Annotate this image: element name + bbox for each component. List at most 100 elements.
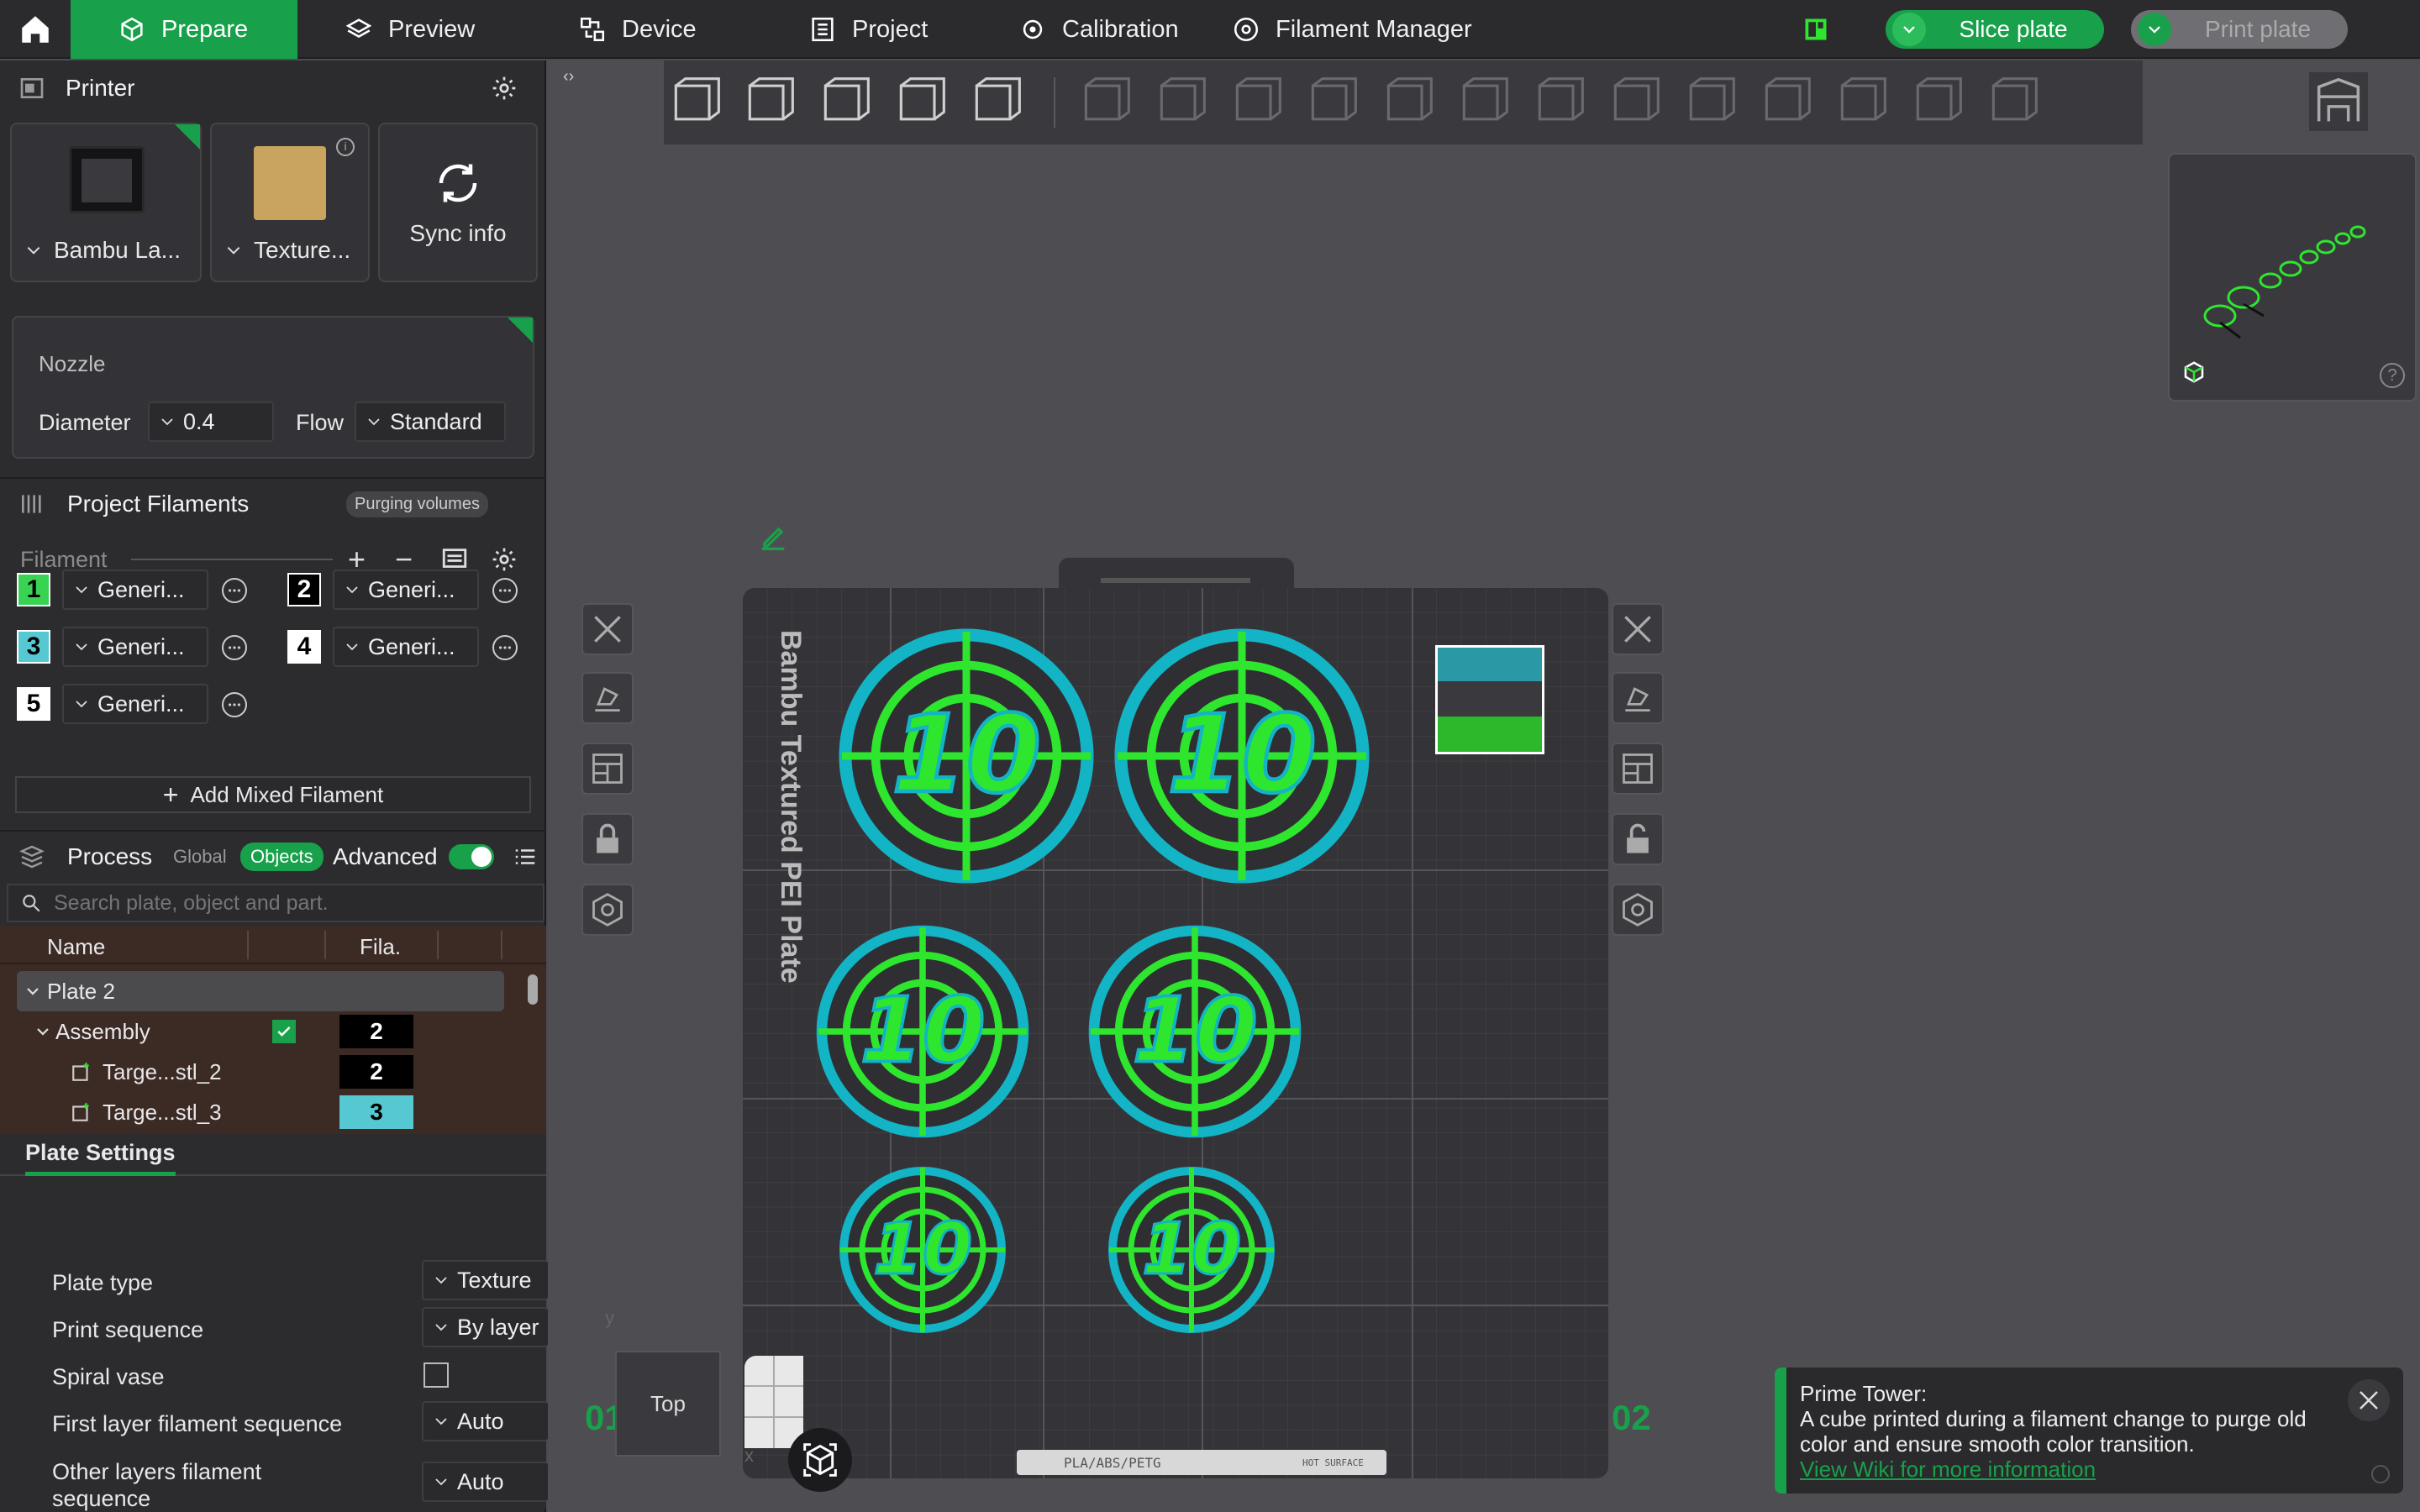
tree-row-assembly[interactable]: Assembly 2 bbox=[0, 1011, 521, 1052]
target-object[interactable]: 10 bbox=[830, 1158, 1015, 1342]
tree-scrollbar[interactable] bbox=[528, 974, 538, 1005]
flow-select[interactable]: Standard bbox=[355, 402, 506, 442]
info-icon[interactable]: i bbox=[336, 138, 355, 156]
tab-filament-manager[interactable]: Filament Manager bbox=[1232, 0, 1472, 59]
filament-more-icon[interactable] bbox=[222, 635, 247, 660]
filament-number-4[interactable]: 4 bbox=[287, 630, 321, 664]
grid-icon[interactable] bbox=[744, 1356, 803, 1448]
svg-icon[interactable] bbox=[1907, 74, 1966, 131]
gear-icon[interactable] bbox=[491, 75, 518, 102]
fila-badge[interactable]: 2 bbox=[339, 1015, 413, 1048]
build-plate[interactable]: Bambu Textured PEI Plate PLA/ABS/PETG HO… bbox=[743, 588, 1608, 1478]
other-layers-sequence-select[interactable]: Auto bbox=[422, 1462, 548, 1502]
filament-number-1[interactable]: 1 bbox=[17, 573, 50, 606]
printer-select-card[interactable]: Bambu La... bbox=[10, 123, 202, 282]
plate-settings-tab[interactable]: Plate Settings bbox=[25, 1134, 176, 1176]
preview-minimap[interactable]: ? bbox=[2168, 153, 2417, 402]
toast-link[interactable]: View Wiki for more information bbox=[1800, 1457, 2338, 1482]
split-layers-icon[interactable] bbox=[966, 74, 1025, 131]
text-icon[interactable] bbox=[1756, 74, 1815, 131]
auto-orient-button[interactable] bbox=[581, 672, 634, 724]
delete-plate-button[interactable] bbox=[581, 603, 634, 655]
filament-more-icon[interactable] bbox=[492, 635, 518, 660]
filament-more-icon[interactable] bbox=[222, 692, 247, 717]
check-icon[interactable] bbox=[272, 1020, 296, 1043]
tab-prepare[interactable]: Prepare bbox=[71, 0, 297, 59]
filament-select-4[interactable]: Generi... bbox=[333, 627, 479, 667]
assembly-view-button[interactable] bbox=[2309, 72, 2368, 131]
search-input[interactable] bbox=[54, 890, 543, 916]
target-object[interactable]: 10 bbox=[808, 917, 1037, 1146]
tab-preview[interactable]: Preview bbox=[345, 0, 475, 59]
diameter-select[interactable]: 0.4 bbox=[148, 402, 274, 442]
advanced-switch[interactable] bbox=[449, 844, 494, 869]
collapse-toast-icon[interactable] bbox=[2371, 1465, 2390, 1483]
measure-icon[interactable] bbox=[1832, 74, 1891, 131]
layout-icon[interactable] bbox=[1803, 17, 1828, 42]
cut-icon[interactable] bbox=[1378, 74, 1437, 131]
target-object[interactable]: 10 bbox=[1107, 622, 1376, 890]
spiral-vase-checkbox[interactable] bbox=[424, 1362, 449, 1388]
add-object-icon[interactable] bbox=[666, 74, 724, 131]
plate-select-card[interactable]: i Texture... bbox=[210, 123, 370, 282]
sync-info-button[interactable]: Sync info bbox=[378, 123, 538, 282]
prime-tower[interactable] bbox=[1435, 645, 1544, 754]
slice-plate-button[interactable]: Slice plate bbox=[1886, 10, 2104, 49]
objects-toggle[interactable]: Objects bbox=[240, 843, 324, 871]
tree-row-part[interactable]: Targe...stl_3 3 bbox=[0, 1092, 521, 1132]
tree-row-plate[interactable]: Plate 2 bbox=[17, 971, 504, 1011]
seam-paint-icon[interactable] bbox=[1605, 74, 1664, 131]
boolean-icon[interactable] bbox=[1454, 74, 1512, 131]
filament-select-2[interactable]: Generi... bbox=[333, 570, 479, 610]
auto-orient-icon[interactable] bbox=[815, 74, 874, 131]
fit-icon[interactable] bbox=[1983, 74, 2042, 131]
scale-icon[interactable] bbox=[1227, 74, 1286, 131]
lay-on-face-icon[interactable] bbox=[1302, 74, 1361, 131]
fila-badge[interactable]: 3 bbox=[339, 1095, 413, 1129]
plate-settings-button[interactable] bbox=[1612, 884, 1664, 936]
print-sequence-select[interactable]: By layer bbox=[422, 1307, 548, 1347]
global-toggle[interactable]: Global bbox=[173, 846, 227, 868]
support-paint-icon[interactable] bbox=[1529, 74, 1588, 131]
tab-device[interactable]: Device bbox=[578, 0, 697, 59]
plate-type-select[interactable]: Texture bbox=[422, 1260, 548, 1300]
chevron-down-icon[interactable] bbox=[1892, 13, 1926, 46]
fila-badge[interactable]: 2 bbox=[339, 1055, 413, 1089]
filament-select-1[interactable]: Generi... bbox=[62, 570, 208, 610]
cube-icon[interactable] bbox=[2181, 360, 2207, 385]
delete-plate-button[interactable] bbox=[1612, 603, 1664, 655]
help-icon[interactable]: ? bbox=[2380, 363, 2405, 388]
chevron-down-icon[interactable] bbox=[2138, 13, 2171, 46]
gear-icon[interactable] bbox=[491, 546, 518, 573]
collapse-sidebar-icon[interactable]: ‹› bbox=[563, 67, 587, 91]
arrange-button[interactable] bbox=[1612, 743, 1664, 795]
view-cube[interactable]: Top bbox=[615, 1351, 721, 1457]
tab-project[interactable]: Project bbox=[808, 0, 928, 59]
add-plate-icon[interactable] bbox=[739, 74, 798, 131]
home-button[interactable] bbox=[0, 0, 71, 59]
first-layer-sequence-select[interactable]: Auto bbox=[422, 1401, 548, 1441]
plate-settings-button[interactable] bbox=[581, 884, 634, 936]
color-paint-icon[interactable] bbox=[1681, 74, 1739, 131]
print-plate-button[interactable]: Print plate bbox=[2131, 10, 2348, 49]
arrange-button[interactable] bbox=[581, 743, 634, 795]
filament-select-5[interactable]: Generi... bbox=[62, 684, 208, 724]
lock-plate-button[interactable] bbox=[581, 813, 634, 865]
filament-more-icon[interactable] bbox=[222, 578, 247, 603]
list-icon[interactable] bbox=[513, 844, 538, 869]
filament-select-3[interactable]: Generi... bbox=[62, 627, 208, 667]
auto-orient-button[interactable] bbox=[1612, 672, 1664, 724]
target-object[interactable]: 10 bbox=[832, 622, 1101, 890]
edit-plate-name-icon[interactable] bbox=[756, 521, 790, 559]
purging-volumes-button[interactable]: Purging volumes bbox=[346, 491, 488, 517]
filament-number-5[interactable]: 5 bbox=[17, 687, 50, 721]
move-icon[interactable] bbox=[1076, 74, 1134, 131]
target-object[interactable]: 10 bbox=[1081, 917, 1309, 1146]
close-toast-button[interactable] bbox=[2348, 1379, 2390, 1421]
rotate-icon[interactable] bbox=[1151, 74, 1210, 131]
unlock-plate-button[interactable] bbox=[1612, 813, 1664, 865]
arrange-icon[interactable] bbox=[891, 74, 950, 131]
filament-number-2[interactable]: 2 bbox=[287, 573, 321, 606]
tab-calibration[interactable]: Calibration bbox=[1018, 0, 1179, 59]
target-object[interactable]: 10 bbox=[1099, 1158, 1284, 1342]
